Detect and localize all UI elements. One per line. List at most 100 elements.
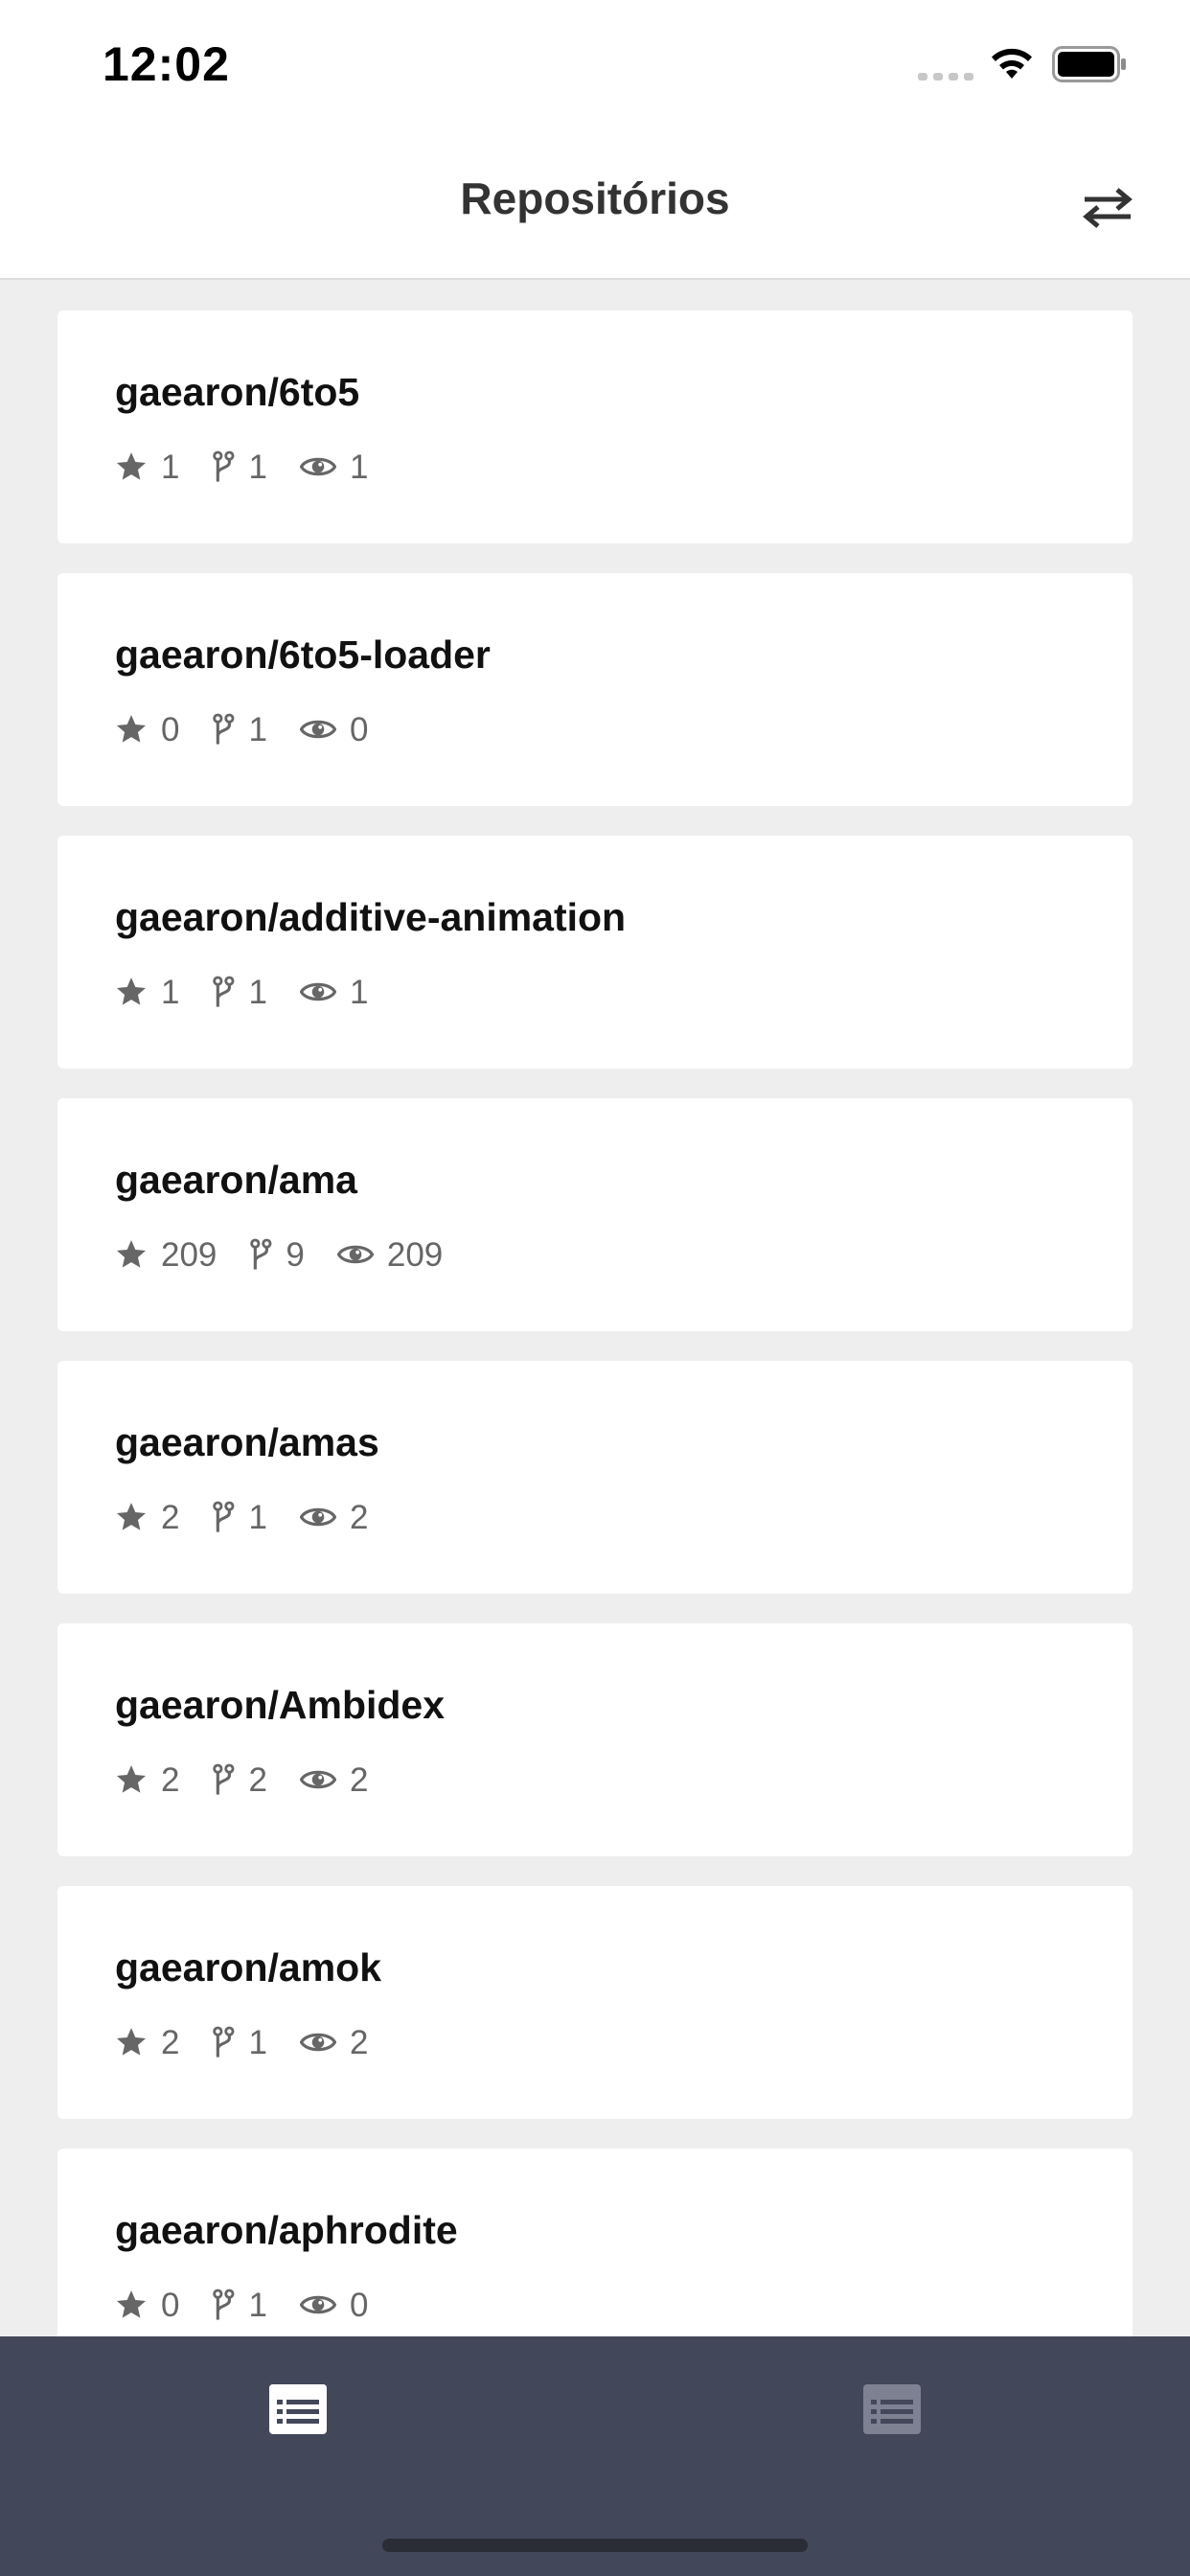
eye-icon (299, 2295, 336, 2314)
stars-stat: 209 (115, 1238, 217, 1272)
stars-stat: 1 (115, 976, 179, 1009)
tab-secondary[interactable] (861, 2382, 923, 2436)
status-time: 12:02 (103, 37, 230, 91)
forks-count: 1 (248, 973, 267, 1011)
repository-stats: 209 9 209 (115, 1232, 475, 1276)
star-icon (116, 1240, 147, 1268)
forks-count: 2 (248, 1760, 267, 1799)
watchers-count: 2 (349, 1498, 369, 1536)
repository-card[interactable]: gaearon/aphrodite 0 1 0 (57, 2149, 1133, 2336)
repository-card[interactable]: gaearon/6to5-loader 0 1 0 (57, 573, 1133, 806)
repository-card[interactable]: gaearon/ama 209 9 209 (57, 1098, 1133, 1331)
swap-arrows-icon (1083, 188, 1133, 228)
forks-stat: 9 (249, 1235, 305, 1274)
home-indicator (382, 2539, 808, 2552)
status-bar: 12:02 (0, 0, 1190, 134)
forks-stat: 1 (212, 448, 267, 486)
watchers-stat: 1 (299, 973, 369, 1011)
star-icon (116, 2290, 147, 2318)
repository-list[interactable]: gaearon/6to5 1 1 1 gaearon/6to5-loader 0… (57, 310, 1133, 2336)
eye-icon (299, 982, 336, 1001)
repository-name: gaearon/6to5-loader (115, 632, 491, 677)
watchers-count: 1 (349, 448, 369, 486)
stars-count: 1 (161, 448, 180, 486)
fork-icon (213, 713, 235, 745)
forks-count: 1 (248, 1498, 267, 1536)
watchers-count: 1 (349, 973, 369, 1011)
repository-card[interactable]: gaearon/6to5 1 1 1 (57, 310, 1133, 543)
stars-count: 2 (161, 1498, 180, 1536)
forks-stat: 1 (212, 973, 267, 1011)
repository-stats: 2 1 2 (115, 2020, 400, 2064)
watchers-count: 0 (349, 710, 369, 748)
repository-card[interactable]: gaearon/amok 2 1 2 (57, 1886, 1133, 2119)
repository-name: gaearon/ama (115, 1158, 357, 1202)
repository-stats: 2 2 2 (115, 1758, 400, 1802)
stars-count: 0 (161, 2286, 180, 2324)
stars-count: 209 (161, 1235, 217, 1274)
watchers-count: 209 (386, 1235, 444, 1274)
list-icon (269, 2384, 327, 2434)
forks-count: 1 (248, 710, 267, 748)
stars-count: 0 (161, 710, 180, 748)
repository-name: gaearon/aphrodite (115, 2208, 458, 2252)
forks-stat: 1 (212, 2023, 267, 2061)
eye-icon (299, 1770, 336, 1789)
stars-count: 1 (161, 973, 180, 1011)
repository-card[interactable]: gaearon/additive-animation 1 1 1 (57, 836, 1133, 1069)
eye-icon (299, 457, 336, 476)
star-icon (116, 452, 147, 480)
watchers-stat: 0 (299, 710, 369, 748)
stars-stat: 0 (115, 713, 179, 747)
fork-icon (213, 450, 235, 482)
repository-card[interactable]: gaearon/amas 2 1 2 (57, 1361, 1133, 1594)
watchers-stat: 1 (299, 448, 369, 486)
repository-name: gaearon/Ambidex (115, 1683, 446, 1727)
stars-stat: 0 (115, 2288, 179, 2322)
watchers-count: 0 (349, 2286, 369, 2324)
repository-stats: 1 1 1 (115, 445, 400, 489)
forks-count: 9 (286, 1235, 305, 1274)
eye-icon (299, 1507, 336, 1527)
forks-count: 1 (248, 2286, 267, 2324)
wifi-icon (992, 48, 1032, 79)
watchers-count: 2 (349, 1760, 369, 1799)
repository-name: gaearon/6to5 (115, 370, 360, 414)
forks-count: 1 (248, 2023, 267, 2061)
stars-stat: 2 (115, 1763, 179, 1797)
fork-icon (213, 1763, 235, 1795)
battery-icon (1052, 46, 1126, 82)
stars-count: 2 (161, 2023, 180, 2061)
watchers-stat: 2 (299, 2023, 369, 2061)
watchers-stat: 2 (299, 1498, 369, 1536)
cellular-signal-icon (918, 73, 973, 80)
repository-stats: 0 1 0 (115, 707, 400, 751)
watchers-stat: 2 (299, 1760, 369, 1799)
fork-icon (213, 976, 235, 1007)
watchers-count: 2 (349, 2023, 369, 2061)
eye-icon (299, 2033, 336, 2052)
tab-repositories[interactable] (267, 2382, 329, 2436)
star-icon (116, 978, 147, 1005)
repository-card[interactable]: gaearon/Ambidex 2 2 2 (57, 1623, 1133, 1856)
fork-icon (213, 2288, 235, 2320)
stars-count: 2 (161, 1760, 180, 1799)
forks-stat: 1 (212, 710, 267, 748)
navigation-header: Repositórios (0, 134, 1190, 280)
eye-icon (299, 720, 336, 739)
watchers-stat: 0 (299, 2286, 369, 2324)
swap-button[interactable] (1077, 176, 1138, 238)
stars-stat: 1 (115, 450, 179, 484)
stars-stat: 2 (115, 1501, 179, 1534)
repository-stats: 0 1 0 (115, 2283, 400, 2327)
forks-stat: 1 (212, 2286, 267, 2324)
fork-icon (213, 1501, 235, 1532)
forks-stat: 2 (212, 1760, 267, 1799)
forks-count: 1 (248, 448, 267, 486)
stars-stat: 2 (115, 2026, 179, 2059)
page-title: Repositórios (460, 173, 730, 223)
fork-icon (213, 2026, 235, 2058)
star-icon (116, 1765, 147, 1793)
fork-icon (250, 1238, 272, 1270)
list-icon (863, 2384, 921, 2434)
